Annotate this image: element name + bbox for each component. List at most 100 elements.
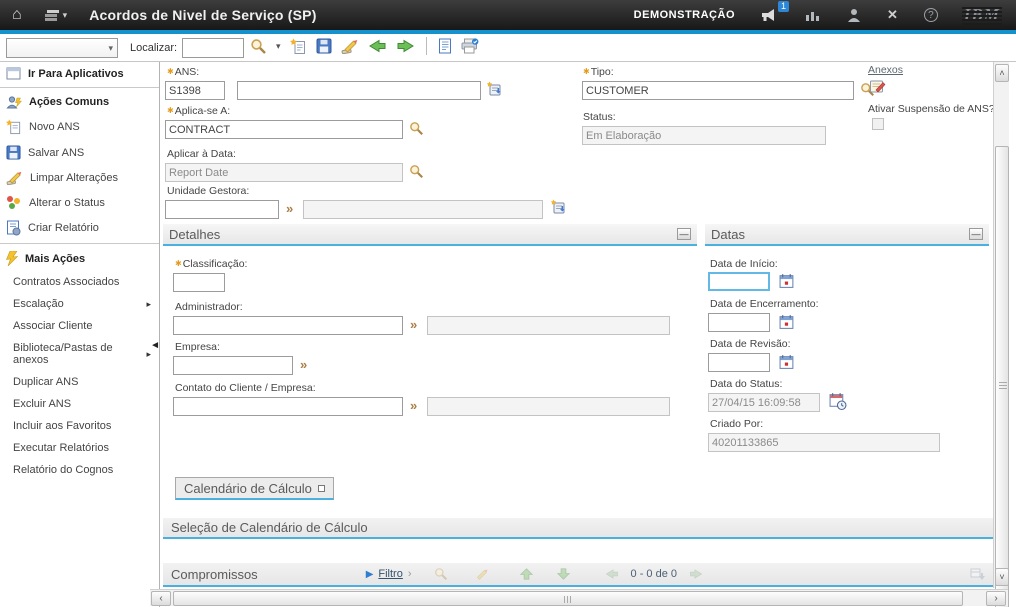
- horizontal-scrollbar[interactable]: ‹ ›: [150, 589, 1008, 606]
- move-up-button[interactable]: [519, 567, 534, 581]
- search-button[interactable]: [250, 38, 267, 55]
- minimize-section-button[interactable]: —: [969, 228, 983, 240]
- data-encerramento-input[interactable]: [708, 313, 770, 332]
- record-select-dropdown[interactable]: ▾: [6, 38, 118, 58]
- sidebar-item-limpar-alteracoes[interactable]: Limpar Alterações: [0, 165, 159, 190]
- save-button[interactable]: [316, 38, 332, 54]
- long-description-button[interactable]: [551, 199, 568, 216]
- sidebar-item-executar-relatorios[interactable]: Executar Relatórios: [0, 437, 159, 459]
- new-record-icon: [290, 38, 307, 55]
- scroll-right-button[interactable]: ›: [986, 591, 1006, 606]
- data-inicio-label: Data de Início:: [710, 258, 778, 270]
- sidebar-item-criar-relatorio[interactable]: Criar Relatório: [0, 215, 159, 241]
- sidebar-item-associar-cliente[interactable]: Associar Cliente: [0, 315, 159, 337]
- app-switcher-button[interactable]: ▾: [44, 9, 68, 22]
- calendar-button[interactable]: [779, 273, 795, 289]
- tab-calendario-de-calculo[interactable]: Calendário de Cálculo: [175, 477, 334, 500]
- data-revisao-label: Data de Revisão:: [710, 338, 791, 350]
- scroll-left-button[interactable]: ‹: [151, 591, 171, 606]
- contato-input[interactable]: [173, 397, 403, 416]
- filtro-link[interactable]: Filtro: [378, 568, 402, 580]
- data-inicio-input[interactable]: [708, 272, 770, 291]
- aplica-se-lookup-button[interactable]: [409, 121, 424, 136]
- previous-record-button[interactable]: [368, 38, 387, 54]
- report-page-icon: [438, 38, 452, 54]
- vertical-scroll-thumb[interactable]: [995, 146, 1009, 607]
- administrador-desc: [427, 316, 670, 335]
- new-record-button[interactable]: [290, 38, 307, 55]
- table-download-button[interactable]: [970, 568, 985, 581]
- sidebar-collapse-handle[interactable]: ◄: [150, 340, 160, 351]
- detail-menu-button[interactable]: »: [286, 201, 293, 216]
- table-edit-button[interactable]: [474, 568, 489, 581]
- minimize-section-button[interactable]: —: [677, 228, 691, 240]
- selecao-section-header[interactable]: Seleção de Calendário de Cálculo: [163, 518, 993, 539]
- administrador-input[interactable]: [173, 316, 403, 335]
- home-icon[interactable]: ⌂: [12, 6, 22, 24]
- tipo-input[interactable]: [582, 81, 854, 100]
- scroll-up-button[interactable]: ˄: [995, 64, 1009, 82]
- sidebar-item-novo-ans[interactable]: Novo ANS: [0, 114, 159, 140]
- search-icon: [409, 121, 424, 136]
- scroll-down-button[interactable]: ˅: [995, 568, 1009, 586]
- horizontal-scroll-thumb[interactable]: [173, 591, 963, 606]
- sidebar-item-biblioteca-anexos[interactable]: Biblioteca/Pastas de anexos▸: [0, 337, 159, 371]
- detail-menu-button[interactable]: »: [300, 357, 307, 372]
- next-record-button[interactable]: [396, 38, 415, 54]
- sign-out-button[interactable]: ✕: [887, 7, 898, 23]
- contato-label: Contato do Cliente / Empresa:: [175, 382, 316, 394]
- attachments-button[interactable]: [869, 78, 887, 95]
- sidebar-item-salvar-ans[interactable]: Salvar ANS: [0, 140, 159, 165]
- ans-description-input[interactable]: [237, 81, 481, 100]
- move-down-button[interactable]: [556, 567, 571, 581]
- table-search-button[interactable]: [434, 567, 448, 581]
- search-options-caret[interactable]: ▾: [276, 41, 281, 52]
- clear-changes-button[interactable]: [341, 38, 359, 54]
- download-table-icon: [970, 568, 985, 581]
- print-button[interactable]: [461, 38, 479, 54]
- detail-menu-button[interactable]: »: [410, 398, 417, 413]
- data-revisao-input[interactable]: [708, 353, 770, 372]
- aplica-se-label: ✱Aplica-se A:: [167, 105, 230, 117]
- detail-menu-button[interactable]: »: [410, 317, 417, 332]
- sidebar-section-more-actions[interactable]: Mais Ações: [0, 246, 159, 271]
- pager-previous-button[interactable]: [605, 568, 619, 580]
- long-description-button[interactable]: [487, 81, 504, 98]
- vertical-scrollbar[interactable]: ˄ ˅: [993, 62, 1009, 588]
- help-button[interactable]: ?: [924, 8, 938, 22]
- arrow-right-icon: [689, 568, 703, 580]
- classificacao-input[interactable]: [173, 273, 225, 292]
- calendar-clock-button[interactable]: [829, 392, 847, 410]
- empresa-input[interactable]: [173, 356, 293, 375]
- calendar-button[interactable]: [779, 314, 795, 330]
- anexos-link[interactable]: Anexos: [868, 64, 903, 76]
- suspensao-checkbox[interactable]: [872, 118, 884, 130]
- sidebar-item-contratos-associados[interactable]: Contratos Associados: [0, 271, 159, 293]
- compromissos-table-toolbar: Compromissos ▶ Filtro › 0 - 0 de 0: [163, 563, 993, 587]
- sidebar-item-alterar-status[interactable]: Alterar o Status: [0, 190, 159, 215]
- sidebar-item-incluir-favoritos[interactable]: Incluir aos Favoritos: [0, 415, 159, 437]
- aplicar-data-lookup-button[interactable]: [409, 164, 424, 179]
- ans-input[interactable]: [165, 81, 225, 100]
- profile-button[interactable]: [847, 8, 861, 22]
- sidebar-item-duplicar-ans[interactable]: Duplicar ANS: [0, 371, 159, 393]
- detalhes-title: Detalhes: [169, 227, 220, 242]
- unidade-gestora-input[interactable]: [165, 200, 279, 219]
- criado-por-label: Criado Por:: [710, 418, 763, 430]
- sidebar-item-go-to-applications[interactable]: Ir Para Aplicativos: [0, 62, 159, 85]
- long-description-icon: [551, 199, 568, 216]
- calendar-button[interactable]: [779, 354, 795, 370]
- aplica-se-input[interactable]: [165, 120, 403, 139]
- bulletin-board-button[interactable]: 1: [761, 8, 779, 22]
- sidebar-section-common-actions[interactable]: Ações Comuns: [0, 90, 159, 114]
- sidebar-item-escalacao[interactable]: Escalação▸: [0, 293, 159, 315]
- reports-button[interactable]: [805, 9, 821, 21]
- arrow-left-icon: [368, 38, 387, 54]
- sidebar-item-relatorio-cognos[interactable]: Relatório do Cognos: [0, 459, 159, 481]
- pager-next-button[interactable]: [689, 568, 703, 580]
- main-form: ✱ANS: ✱Tipo: Anexos Ativar Suspensão de …: [161, 62, 993, 588]
- localizar-input[interactable]: [182, 38, 244, 58]
- reports-list-button[interactable]: [438, 38, 452, 54]
- sidebar-item-excluir-ans[interactable]: Excluir ANS: [0, 393, 159, 415]
- filter-expand-icon[interactable]: ▶: [366, 569, 374, 580]
